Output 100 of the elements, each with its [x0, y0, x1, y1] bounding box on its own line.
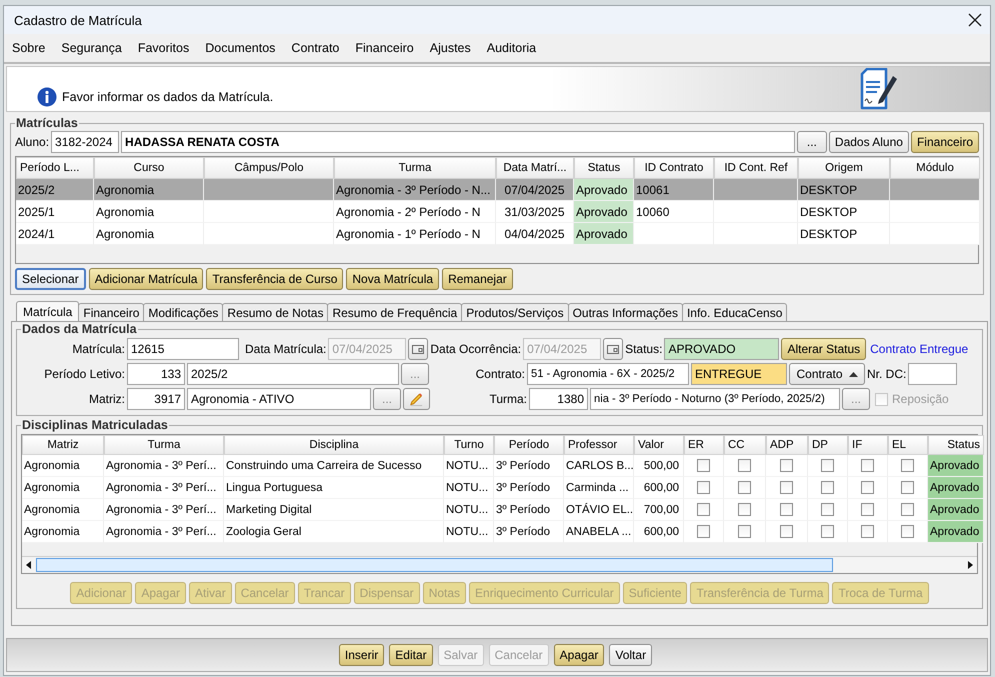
- change-status-button[interactable]: Alterar Status: [781, 338, 866, 360]
- column-header[interactable]: Status: [574, 157, 634, 179]
- tab[interactable]: Financeiro: [78, 303, 144, 321]
- column-header[interactable]: Câmpus/Polo: [204, 157, 334, 179]
- table-row[interactable]: 2024/1 Agronomia Agronomia - 1º Período - N 04/04/2025 Aprovado DESKTOP: [16, 223, 978, 245]
- column-header[interactable]: Origem: [798, 157, 890, 179]
- menu-item[interactable]: Auditoria: [486, 41, 536, 55]
- action-button[interactable]: Remanejar: [442, 268, 513, 290]
- checkbox[interactable]: [861, 525, 874, 538]
- action-button[interactable]: Nova Matrícula: [346, 268, 440, 290]
- table-row[interactable]: 2025/2 Agronomia Agronomia - 3º Período - N... 07/04/2025 Aprovado 10061 DESKTOP: [16, 179, 978, 201]
- action-button[interactable]: ...: [796, 131, 827, 153]
- column-header[interactable]: Curso: [94, 157, 204, 179]
- checkbox[interactable]: [738, 459, 751, 472]
- checkbox[interactable]: [738, 525, 751, 538]
- checkbox[interactable]: [821, 481, 834, 494]
- checkbox[interactable]: [780, 481, 793, 494]
- close-icon[interactable]: [968, 13, 982, 27]
- checkbox[interactable]: [697, 503, 710, 516]
- tab[interactable]: Resumo de Notas: [222, 303, 328, 321]
- action-button[interactable]: Voltar: [609, 644, 652, 666]
- checkbox[interactable]: [738, 481, 751, 494]
- period-code-field[interactable]: 133: [127, 363, 185, 385]
- checkbox[interactable]: [821, 503, 834, 516]
- action-button[interactable]: Inserir: [338, 644, 384, 666]
- column-header[interactable]: Período: [494, 435, 564, 455]
- menu-item[interactable]: Financeiro: [355, 41, 414, 55]
- column-header[interactable]: Módulo: [890, 157, 980, 179]
- student-name-field[interactable]: HADASSA RENATA COSTA: [121, 131, 795, 153]
- checkbox[interactable]: [780, 503, 793, 516]
- contract-link[interactable]: Contrato Entregue: [870, 342, 968, 356]
- menu-item[interactable]: Ajustes: [430, 41, 471, 55]
- menu-item[interactable]: Segurança: [61, 41, 122, 55]
- calendar-button[interactable]: [603, 338, 624, 360]
- status-field[interactable]: APROVADO: [664, 338, 780, 360]
- tab[interactable]: Modificações: [143, 303, 224, 321]
- checkbox[interactable]: [901, 481, 914, 494]
- tab[interactable]: Resumo de Frequência: [327, 303, 462, 321]
- calendar-button[interactable]: [408, 338, 428, 360]
- action-button[interactable]: Financeiro: [910, 131, 979, 153]
- menu-item[interactable]: Documentos: [205, 41, 276, 55]
- column-header[interactable]: ID Cont. Ref: [714, 157, 798, 179]
- action-button[interactable]: Selecionar: [15, 268, 86, 290]
- column-header[interactable]: ADP: [766, 435, 808, 455]
- menu-item[interactable]: Contrato: [291, 41, 340, 55]
- column-header[interactable]: ER: [684, 435, 724, 455]
- column-header[interactable]: Status: [928, 435, 984, 455]
- class-field[interactable]: nia - 3º Período - Noturno (3º Período, 2025/2): [590, 388, 840, 410]
- column-header[interactable]: Turma: [104, 435, 224, 455]
- student-code-field[interactable]: 3182-2024: [51, 131, 120, 153]
- checkbox[interactable]: [738, 503, 751, 516]
- column-header[interactable]: Turma: [334, 157, 496, 179]
- tab[interactable]: Info. EducaCenso: [682, 303, 788, 321]
- dc-number-field[interactable]: [908, 363, 958, 385]
- period-field[interactable]: 2025/2: [187, 363, 399, 385]
- action-button[interactable]: Dados Aluno: [828, 131, 909, 153]
- checkbox[interactable]: [901, 525, 914, 538]
- checkbox[interactable]: [901, 503, 914, 516]
- column-header[interactable]: Turno: [444, 435, 494, 455]
- column-header[interactable]: IF: [848, 435, 888, 455]
- contract-field[interactable]: 51 - Agronomia - 6X - 2025/2: [527, 363, 689, 385]
- checkbox[interactable]: [861, 459, 874, 472]
- checkbox[interactable]: [697, 481, 710, 494]
- action-button[interactable]: Editar: [389, 644, 433, 666]
- column-header[interactable]: Valor: [634, 435, 684, 455]
- checkbox[interactable]: [780, 525, 793, 538]
- tab[interactable]: Produtos/Serviços: [461, 303, 569, 321]
- curriculum-field[interactable]: Agronomia - ATIVO: [187, 388, 371, 410]
- checkbox[interactable]: [780, 459, 793, 472]
- action-button[interactable]: Adicionar Matrícula: [88, 268, 204, 290]
- horizontal-scrollbar[interactable]: [22, 556, 977, 573]
- tab[interactable]: Outras Informações: [568, 303, 683, 321]
- column-header[interactable]: Período L...: [16, 157, 94, 179]
- column-header[interactable]: ID Contrato: [634, 157, 714, 179]
- menu-item[interactable]: Sobre: [12, 41, 46, 55]
- checkbox[interactable]: [901, 459, 914, 472]
- contract-button[interactable]: Contrato: [789, 363, 865, 385]
- checkbox[interactable]: [861, 503, 874, 516]
- curriculum-code-field[interactable]: 3917: [127, 388, 185, 410]
- action-button[interactable]: Apagar: [554, 644, 604, 666]
- column-header[interactable]: Matriz: [22, 435, 104, 455]
- class-code-field[interactable]: 1380: [529, 388, 588, 410]
- checkbox[interactable]: [821, 525, 834, 538]
- column-header[interactable]: CC: [724, 435, 766, 455]
- tab[interactable]: Matrícula: [16, 301, 80, 321]
- checkbox[interactable]: [861, 481, 874, 494]
- action-button[interactable]: Transferência de Curso: [206, 268, 344, 290]
- checkbox[interactable]: [821, 459, 834, 472]
- table-row[interactable]: 2025/1 Agronomia Agronomia - 2º Período - N 31/03/2025 Aprovado 10060 DESKTOP: [16, 201, 978, 223]
- column-header[interactable]: Data Matrí...: [496, 157, 574, 179]
- edit-button[interactable]: [403, 388, 430, 410]
- column-header[interactable]: EL: [888, 435, 928, 455]
- contract-state-field[interactable]: ENTREGUE: [691, 363, 787, 385]
- checkbox[interactable]: [697, 459, 710, 472]
- column-header[interactable]: Professor: [564, 435, 634, 455]
- column-header[interactable]: DP: [808, 435, 848, 455]
- menu-item[interactable]: Favoritos: [138, 41, 190, 55]
- checkbox[interactable]: [697, 525, 710, 538]
- column-header[interactable]: Disciplina: [224, 435, 444, 455]
- enrollment-number-field[interactable]: 12615: [127, 338, 239, 360]
